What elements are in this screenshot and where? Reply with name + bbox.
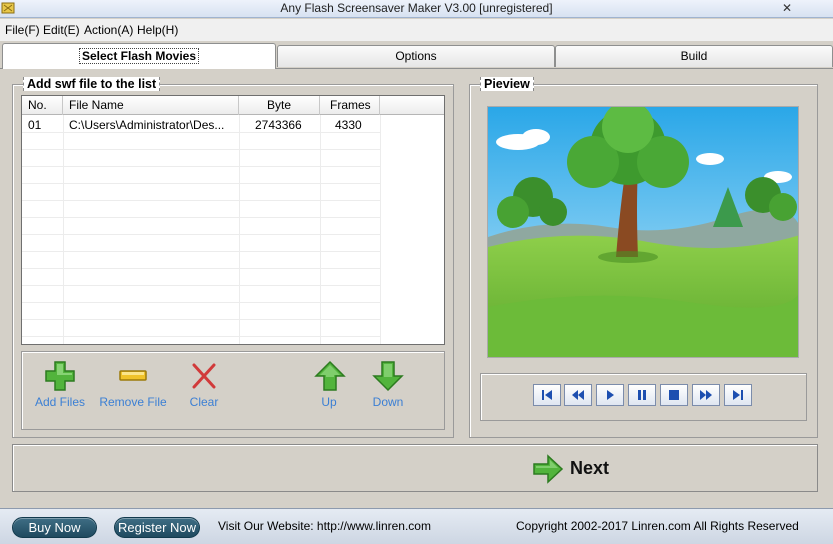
menu-help[interactable]: Help(H) [137,23,178,37]
pause-icon [638,390,646,400]
pause-button[interactable] [628,384,656,406]
minus-icon [119,370,147,381]
cell-no: 01 [28,118,42,132]
menu-file[interactable]: File(F) [5,23,40,37]
tab-select-flash-movies[interactable]: Select Flash Movies [2,43,276,69]
clear-button[interactable]: Clear [182,360,226,409]
arrow-right-icon [533,454,564,484]
fast-forward-icon [700,390,712,400]
play-icon [607,390,614,400]
cell-frames: 4330 [335,118,362,132]
copyright-text: Copyright 2002-2017 Linren.com All Right… [516,519,799,533]
window-title: Any Flash Screensaver Maker V3.00 [unreg… [280,1,553,15]
preview-image [488,107,798,357]
column-byte[interactable]: Byte [239,96,320,115]
menu-action[interactable]: Action(A) [84,23,133,37]
remove-file-button[interactable]: Remove File [98,360,168,409]
down-label: Down [372,395,404,409]
skip-end-icon [733,390,743,400]
next-bar [12,444,818,492]
website-link[interactable]: Visit Our Website: http://www.linren.com [218,519,431,533]
stop-icon [669,390,679,400]
remove-file-label: Remove File [99,395,167,409]
list-header: No. File Name Byte Frames [22,96,444,115]
column-frames[interactable]: Frames [320,96,380,115]
rewind-button[interactable] [564,384,592,406]
rewind-icon [572,390,584,400]
stop-button[interactable] [660,384,688,406]
tab-options[interactable]: Options [277,45,555,67]
menu-edit[interactable]: Edit(E) [43,23,80,37]
swf-file-list[interactable]: No. File Name Byte Frames 01 C:\Users\Ad… [21,95,445,345]
close-icon[interactable]: ✕ [779,1,795,16]
fast-forward-button[interactable] [692,384,720,406]
next-button[interactable]: Next [530,454,630,484]
skip-start-icon [542,390,552,400]
skip-start-button[interactable] [533,384,561,406]
group-title: Add swf file to the list [23,77,161,91]
cell-byte: 2743366 [255,118,302,132]
clear-label: Clear [189,395,219,409]
tab-build[interactable]: Build [555,45,833,67]
tab-strip: Select Flash Movies Options Build [0,41,833,69]
next-label: Next [570,458,610,478]
menu-bar: File(F) Edit(E) Action(A) Help(H) [0,19,833,41]
arrow-down-icon [372,361,404,392]
flash-preview [487,106,799,358]
arrow-up-icon [314,360,346,391]
column-file-name[interactable]: File Name [63,96,239,115]
x-icon [192,363,216,389]
plus-icon [45,361,75,391]
add-files-label: Add Files [34,395,86,409]
table-row[interactable]: 01 C:\Users\Administrator\Des... 2743366… [22,117,380,133]
tab-label: Select Flash Movies [78,48,200,64]
up-button[interactable]: Up [314,360,346,409]
play-button[interactable] [596,384,624,406]
status-bar: Buy Now Register Now Visit Our Website: … [0,508,833,544]
skip-end-button[interactable] [724,384,752,406]
up-label: Up [321,395,337,409]
add-files-button[interactable]: Add Files [32,360,88,409]
column-no[interactable]: No. [22,96,63,115]
buy-now-button[interactable]: Buy Now [12,517,97,538]
cell-file-name: C:\Users\Administrator\Des... [69,118,225,132]
title-bar: Any Flash Screensaver Maker V3.00 [unreg… [0,0,833,18]
down-button[interactable]: Down [368,360,408,409]
register-now-button[interactable]: Register Now [114,517,200,538]
group-title: Pieview [480,77,534,91]
